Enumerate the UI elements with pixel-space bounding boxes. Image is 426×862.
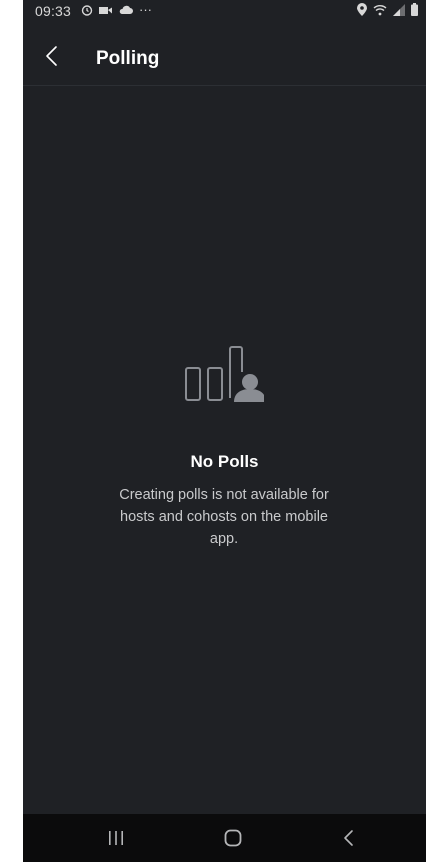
recents-button[interactable]: [104, 826, 128, 850]
status-icons-left: ···: [81, 2, 152, 18]
video-icon: [99, 7, 112, 14]
home-icon: [224, 829, 242, 847]
poll-chart-person-icon: [185, 346, 264, 402]
more-dots-icon: ···: [139, 2, 152, 17]
recents-icon: [109, 831, 123, 845]
empty-state-title: No Polls: [190, 452, 259, 471]
back-arrow-icon: [344, 830, 353, 846]
status-time: 09:33: [35, 3, 72, 19]
battery-icon: [411, 3, 418, 16]
empty-state-message: Creating polls is not available for host…: [119, 487, 329, 547]
app-header: Polling: [23, 30, 426, 86]
wifi-icon: [373, 4, 387, 15]
signal-icon: [393, 3, 405, 16]
system-nav-bar: [23, 814, 426, 862]
status-bar: 09:33 ···: [23, 0, 426, 22]
back-button[interactable]: [39, 40, 67, 72]
chevron-left-icon: [46, 46, 57, 66]
page-title: Polling: [96, 48, 160, 69]
home-button[interactable]: [221, 826, 245, 850]
status-icons-right: [357, 3, 418, 16]
cloud-icon: [119, 5, 133, 14]
location-icon: [357, 3, 367, 16]
alarm-icon: [81, 5, 93, 16]
nav-back-button[interactable]: [337, 826, 361, 850]
phone-screen: 09:33 ··· Polling No Polls Creating poll…: [23, 0, 426, 862]
